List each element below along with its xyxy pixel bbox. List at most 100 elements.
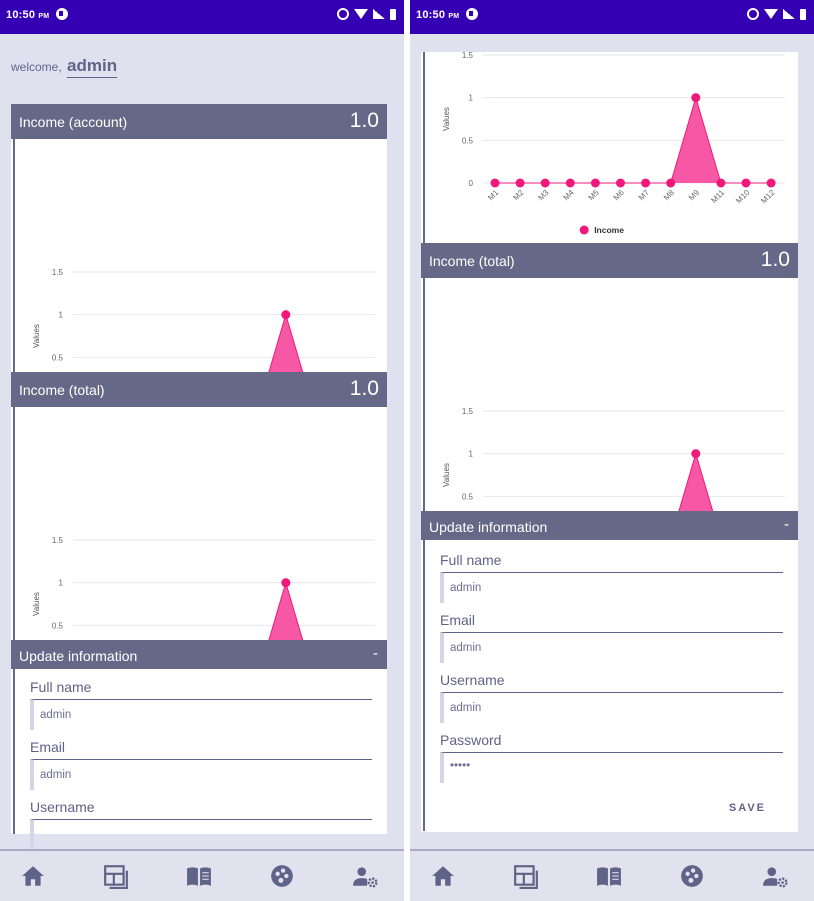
x-tick-label: M12 — [759, 188, 777, 206]
signal-icon — [783, 9, 795, 19]
data-point — [716, 178, 726, 188]
update-info-form: Full name admin Email admin Username adm… — [423, 540, 798, 831]
y-tick-label: 1 — [59, 579, 64, 588]
fullname-input[interactable]: admin — [440, 572, 783, 603]
save-button[interactable]: SAVE — [729, 802, 766, 814]
username-input[interactable]: admin — [440, 692, 783, 723]
user-settings-icon[interactable] — [352, 863, 378, 889]
income-total-header[interactable]: Income (total) 1.0 — [11, 372, 387, 407]
income-total-chart: 00.511.5ValuesM1M2M3M4M5M6M7M8M9M11M10M1… — [423, 278, 798, 511]
data-point — [590, 178, 600, 188]
collapse-toggle[interactable]: - — [373, 645, 378, 662]
data-point — [281, 578, 291, 588]
x-tick-label: M10 — [734, 188, 752, 206]
y-tick-label: 1 — [469, 94, 474, 103]
password-input[interactable]: ••••• — [440, 752, 783, 783]
dashboard-icon[interactable] — [103, 863, 129, 889]
palette-icon[interactable] — [269, 863, 295, 889]
update-info-header[interactable]: Update information - — [421, 511, 798, 540]
y-tick-label: 0 — [469, 179, 474, 188]
section-title: Income (total) — [429, 253, 515, 269]
y-axis-label: Values — [32, 592, 41, 616]
collapse-toggle[interactable]: - — [784, 516, 789, 533]
y-tick-label: 0.5 — [52, 621, 64, 630]
email-label: Email — [30, 739, 66, 755]
user-settings-icon[interactable] — [762, 863, 788, 889]
email-label: Email — [440, 612, 476, 628]
welcome-user: admin — [67, 56, 118, 78]
income-account-chart: 00.511.5ValuesM1M2M3M4M5M6M7M8M9M11M10M1… — [13, 139, 387, 372]
battery-icon — [390, 8, 396, 20]
book-icon[interactable] — [186, 863, 212, 889]
username-value: admin — [450, 702, 482, 714]
series-line — [678, 451, 714, 511]
update-info-form: Full name admin Email admin Username — [13, 669, 387, 850]
email-input[interactable]: admin — [30, 759, 372, 790]
chart-svg: 00.511.5ValuesM1M2M3M4M5M6M7M8M9M11M10M1… — [32, 268, 375, 372]
alarm-icon — [337, 8, 349, 20]
income-total-header[interactable]: Income (total) 1.0 — [421, 243, 798, 278]
wifi-icon — [354, 9, 368, 19]
bottom-nav — [0, 849, 404, 901]
y-axis-label: Values — [442, 463, 451, 487]
fullname-value: admin — [450, 582, 482, 594]
palette-icon[interactable] — [679, 863, 705, 889]
update-info-header[interactable]: Update information - — [11, 640, 387, 669]
x-tick-label: M1 — [486, 188, 501, 203]
dashboard-icon[interactable] — [513, 863, 539, 889]
y-tick-label: 0.5 — [52, 353, 64, 362]
chart-svg: 00.511.5ValuesM1M2M3M4M5M6M7M8M9M11M10M1… — [442, 52, 785, 235]
scroll-content[interactable]: welcome, admin Income (account) 1.0 00.5… — [0, 34, 404, 851]
x-tick-label: M4 — [561, 188, 576, 203]
x-tick-label: M6 — [612, 188, 627, 203]
data-point — [641, 178, 651, 188]
email-input[interactable]: admin — [440, 632, 783, 663]
app-notification-icon — [56, 8, 68, 20]
book-icon[interactable] — [596, 863, 622, 889]
data-point — [691, 449, 701, 459]
section-title: Update information — [429, 519, 548, 535]
section-value: 1.0 — [349, 109, 379, 132]
section-value: 1.0 — [760, 248, 790, 271]
username-label: Username — [440, 672, 505, 688]
status-bar: 10:50 PM — [0, 0, 404, 34]
data-point — [691, 93, 701, 103]
content-card: 0 0.5 1 1.5 Values M1 M2 M3 M4 M5 M6 M7 M8 M9 M11 M10 M1… — [421, 52, 798, 832]
data-point — [490, 178, 500, 188]
income-total-chart: 00.511.5ValuesM1M2M3M4M5M6M7M8M9M11M10M1… — [13, 407, 387, 640]
y-tick-label: 0.5 — [462, 136, 474, 145]
app-notification-icon — [466, 8, 478, 20]
status-icons — [747, 8, 806, 20]
home-icon[interactable] — [430, 863, 456, 889]
series-area — [268, 314, 303, 372]
username-input[interactable] — [30, 819, 372, 850]
series-line — [268, 312, 304, 372]
home-icon[interactable] — [20, 863, 46, 889]
password-value: ••••• — [450, 760, 471, 772]
x-tick-label: M7 — [637, 188, 652, 203]
chart-svg: 00.511.5ValuesM1M2M3M4M5M6M7M8M9M11M10M1… — [442, 407, 785, 511]
password-label: Password — [440, 732, 502, 748]
email-value: admin — [40, 769, 72, 781]
x-tick-label: M11 — [709, 188, 726, 205]
x-tick-label: M5 — [587, 188, 602, 203]
y-tick-label: 1 — [59, 311, 64, 320]
series-area — [268, 582, 303, 640]
y-tick-label: 1.5 — [52, 268, 64, 277]
legend-marker — [579, 225, 589, 235]
data-point — [540, 178, 550, 188]
section-title: Update information — [19, 648, 138, 664]
fullname-input[interactable]: admin — [30, 699, 372, 730]
scroll-content[interactable]: 0 0.5 1 1.5 Values M1 M2 M3 M4 M5 M6 M7 M8 M9 M11 M10 M1… — [410, 34, 814, 851]
data-point — [741, 178, 751, 188]
section-title: Income (total) — [19, 382, 105, 398]
y-tick-label: 1.5 — [462, 407, 474, 416]
data-point — [616, 178, 625, 188]
bottom-nav — [410, 849, 814, 901]
data-point — [515, 178, 525, 188]
status-bar: 10:50 PM — [410, 0, 814, 34]
chart-svg: 00.511.5ValuesM1M2M3M4M5M6M7M8M9M11M10M1… — [32, 536, 375, 640]
income-account-chart: 00.511.5ValuesM1M2M3M4M5M6M7M8M9M11M10M1… — [423, 52, 798, 243]
data-point — [666, 178, 676, 188]
income-account-header[interactable]: Income (account) 1.0 — [11, 104, 387, 139]
